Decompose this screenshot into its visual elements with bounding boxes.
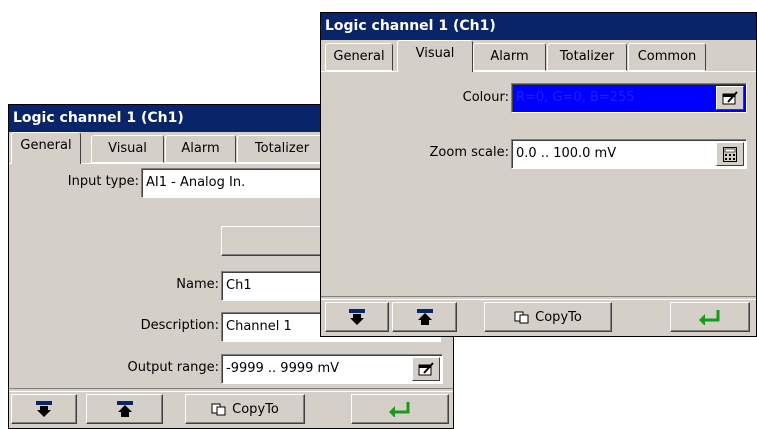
- back-tab-totalizer[interactable]: Totalizer: [237, 135, 327, 163]
- output-range-field[interactable]: -9999 .. 9999 mV: [221, 354, 443, 384]
- enter-arrow-icon: [389, 402, 410, 417]
- back-prev-channel-button[interactable]: [86, 394, 163, 424]
- zoom-scale-edit-button[interactable]: [716, 142, 744, 166]
- front-dialog-window: Logic channel 1 (Ch1) General Visual Ala…: [320, 12, 757, 337]
- front-tab-common[interactable]: Common: [628, 43, 706, 71]
- colour-picker-button[interactable]: [716, 86, 744, 110]
- front-footer-separator: [321, 296, 756, 300]
- output-range-value: -9999 .. 9999 mV: [226, 361, 340, 376]
- front-tab-general[interactable]: General: [325, 43, 393, 71]
- arrow-down-icon: [349, 309, 365, 325]
- colour-value: R=0, G=0, B=255: [516, 90, 635, 105]
- edit-dialog-icon: [722, 91, 738, 105]
- edit-dialog-icon: [418, 362, 434, 376]
- front-tab-alarm[interactable]: Alarm: [473, 43, 546, 71]
- colour-field[interactable]: R=0, G=0, B=255: [511, 83, 747, 113]
- copy-icon: [211, 403, 226, 415]
- front-tab-visual[interactable]: Visual: [397, 40, 473, 72]
- input-type-label: Input type:: [67, 174, 139, 189]
- output-range-label: Output range:: [127, 360, 219, 375]
- back-tab-general[interactable]: General: [11, 132, 81, 164]
- copy-icon: [514, 311, 529, 323]
- back-next-channel-button[interactable]: [11, 394, 77, 424]
- zoom-scale-field[interactable]: 0.0 .. 100.0 mV: [511, 139, 747, 169]
- colour-label: Colour:: [462, 90, 509, 105]
- back-window-title: Logic channel 1 (Ch1): [13, 110, 184, 126]
- front-copyto-button[interactable]: CopyTo: [484, 302, 612, 332]
- back-copyto-label: CopyTo: [232, 401, 279, 417]
- front-tab-strip: General Visual Alarm Totalizer Common: [321, 40, 756, 72]
- front-enter-button[interactable]: [670, 302, 750, 332]
- front-copyto-label: CopyTo: [535, 309, 582, 325]
- front-window-title: Logic channel 1 (Ch1): [325, 18, 496, 34]
- back-copyto-button[interactable]: CopyTo: [185, 394, 305, 424]
- back-tab-visual[interactable]: Visual: [91, 135, 164, 163]
- zoom-scale-label: Zoom scale:: [429, 145, 510, 160]
- front-next-channel-button[interactable]: [325, 302, 389, 332]
- arrow-up-icon: [416, 309, 433, 325]
- zoom-scale-value: 0.0 .. 100.0 mV: [516, 146, 617, 161]
- back-tab-alarm[interactable]: Alarm: [165, 135, 236, 163]
- enter-arrow-icon: [699, 310, 720, 325]
- front-prev-channel-button[interactable]: [392, 302, 457, 332]
- front-tab-baseline: [321, 71, 756, 72]
- edit-range-button[interactable]: [412, 357, 440, 381]
- back-footer-separator: [9, 388, 453, 392]
- front-title-bar: Logic channel 1 (Ch1): [321, 13, 756, 40]
- arrow-up-icon: [116, 401, 133, 417]
- calculator-icon: [723, 146, 737, 162]
- front-tab-totalizer[interactable]: Totalizer: [547, 43, 627, 71]
- arrow-down-icon: [36, 401, 52, 417]
- name-label: Name:: [176, 277, 219, 292]
- description-label: Description:: [140, 318, 219, 333]
- back-enter-button[interactable]: [351, 394, 449, 424]
